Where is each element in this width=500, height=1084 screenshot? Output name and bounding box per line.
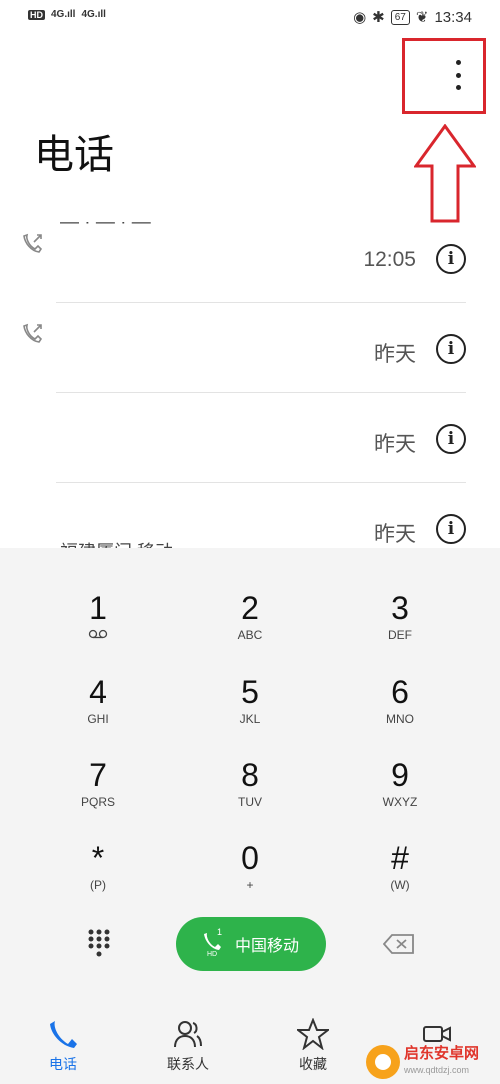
contacts-icon [174,1021,202,1048]
signal-indicator-2: 4G.ıll [81,9,106,20]
phone-hd-icon: 1 HD [203,927,225,958]
call-time: 昨天 [374,523,416,546]
info-icon[interactable]: i [436,334,466,364]
outgoing-call-icon [23,233,43,253]
key-digit: 4 [89,674,107,710]
call-time: 昨天 [374,343,416,366]
clock: 13:34 [434,8,472,26]
key-4[interactable]: 4 GHI [28,668,168,748]
nav-item-phone[interactable]: 电话 [18,1018,108,1074]
key-8[interactable]: 8 TUV [180,751,320,831]
watermark: 启东安卓网 www.qdtdzj.com [366,1040,500,1084]
call-location-partial: 福建厦门 移动 [60,538,173,548]
watermark-logo-icon [366,1045,400,1079]
nav-item-contacts[interactable]: 联系人 [143,1018,233,1074]
key-5[interactable]: 5 JKL [180,668,320,748]
phone-icon [50,1021,77,1048]
key-1[interactable]: 1 [28,584,168,664]
info-icon[interactable]: i [436,244,466,274]
sim-number: 1 [216,927,222,937]
status-right: ◉ ✱ 67 ❦ 13:34 [353,8,472,27]
key-letters: (P) [90,878,106,892]
key-digit: 3 [391,590,409,626]
key-hash[interactable]: # (W) [330,834,470,914]
call-log-list: — · — · — 12:05 i 昨天 i 昨天 i 昨天 i 福建厦门 移动 [0,212,500,548]
more-vertical-icon[interactable] [454,60,462,90]
nav-item-favorites[interactable]: 收藏 [268,1018,358,1074]
key-letters: DEF [388,628,412,642]
key-digit: 2 [241,590,259,626]
key-digit: # [391,840,409,876]
outgoing-call-icon [23,323,43,343]
nav-label: 联系人 [167,1056,209,1072]
call-log-row[interactable]: 昨天 i [0,302,500,393]
key-letters: TUV [238,795,262,809]
call-time: 12:05 [363,248,416,271]
call-time: 昨天 [374,433,416,456]
signal-indicator-1: 4G.ıll [51,9,76,20]
key-digit: 7 [89,757,107,793]
voicemail-icon [88,629,108,639]
backspace-icon[interactable] [383,934,415,954]
watermark-url: www.qdtdzj.com [404,1065,470,1075]
key-digit: 9 [391,757,409,793]
status-left: HD 4G.ıll 4G.ıll [28,9,106,20]
info-icon[interactable]: i [436,514,466,544]
call-button[interactable]: 1 HD 中国移动 [176,917,326,971]
battery-indicator: 67 [390,9,410,25]
key-letters: JKL [239,712,261,726]
more-menu-highlight [402,38,486,114]
bluetooth-icon: ✱ [372,9,385,26]
star-icon [297,1018,329,1050]
key-7[interactable]: 7 PQRS [28,751,168,831]
key-digit: 8 [241,757,259,793]
leaf-icon: ❦ [415,9,429,26]
key-9[interactable]: 9 WXYZ [330,751,470,831]
key-digit: 1 [89,590,107,626]
info-icon[interactable]: i [436,424,466,454]
up-arrow-annotation [414,124,476,223]
key-6[interactable]: 6 MNO [330,668,470,748]
key-letters: ABC [237,628,263,642]
key-0[interactable]: 0 + [180,834,320,914]
hd-label: HD [206,951,218,958]
nav-label: 收藏 [299,1056,327,1072]
key-digit: 6 [391,674,409,710]
eye-icon: ◉ [353,9,367,26]
key-digit: 5 [241,674,259,710]
call-location: 福建厦门 移动 [60,538,173,548]
key-letters: PQRS [80,795,115,809]
key-letters: + [246,878,254,892]
call-carrier-label: 中国移动 [234,938,299,955]
dialpad-toggle-icon[interactable] [86,928,112,958]
key-letters: MNO [386,712,414,726]
key-digit: 0 [241,840,259,876]
key-letters: WXYZ [382,795,418,809]
nav-label: 电话 [49,1056,77,1072]
call-contact-partial: — · — · — [60,222,151,233]
call-log-row[interactable]: 昨天 i [0,392,500,483]
key-digit: * [91,840,105,876]
key-letters: GHI [87,712,109,726]
call-log-row[interactable]: — · — · — 12:05 i [0,212,500,303]
page-title: 电话 [34,133,114,177]
key-2[interactable]: 2 ABC [180,584,320,664]
hd-badge: HD [28,9,45,20]
key-letters: (W) [390,878,410,892]
key-3[interactable]: 3 DEF [330,584,470,664]
key-star[interactable]: * (P) [28,834,168,914]
status-bar: HD 4G.ıll 4G.ıll ◉ ✱ 67 ❦ 13:34 [0,0,500,36]
watermark-title: 启东安卓网 [404,1045,480,1062]
